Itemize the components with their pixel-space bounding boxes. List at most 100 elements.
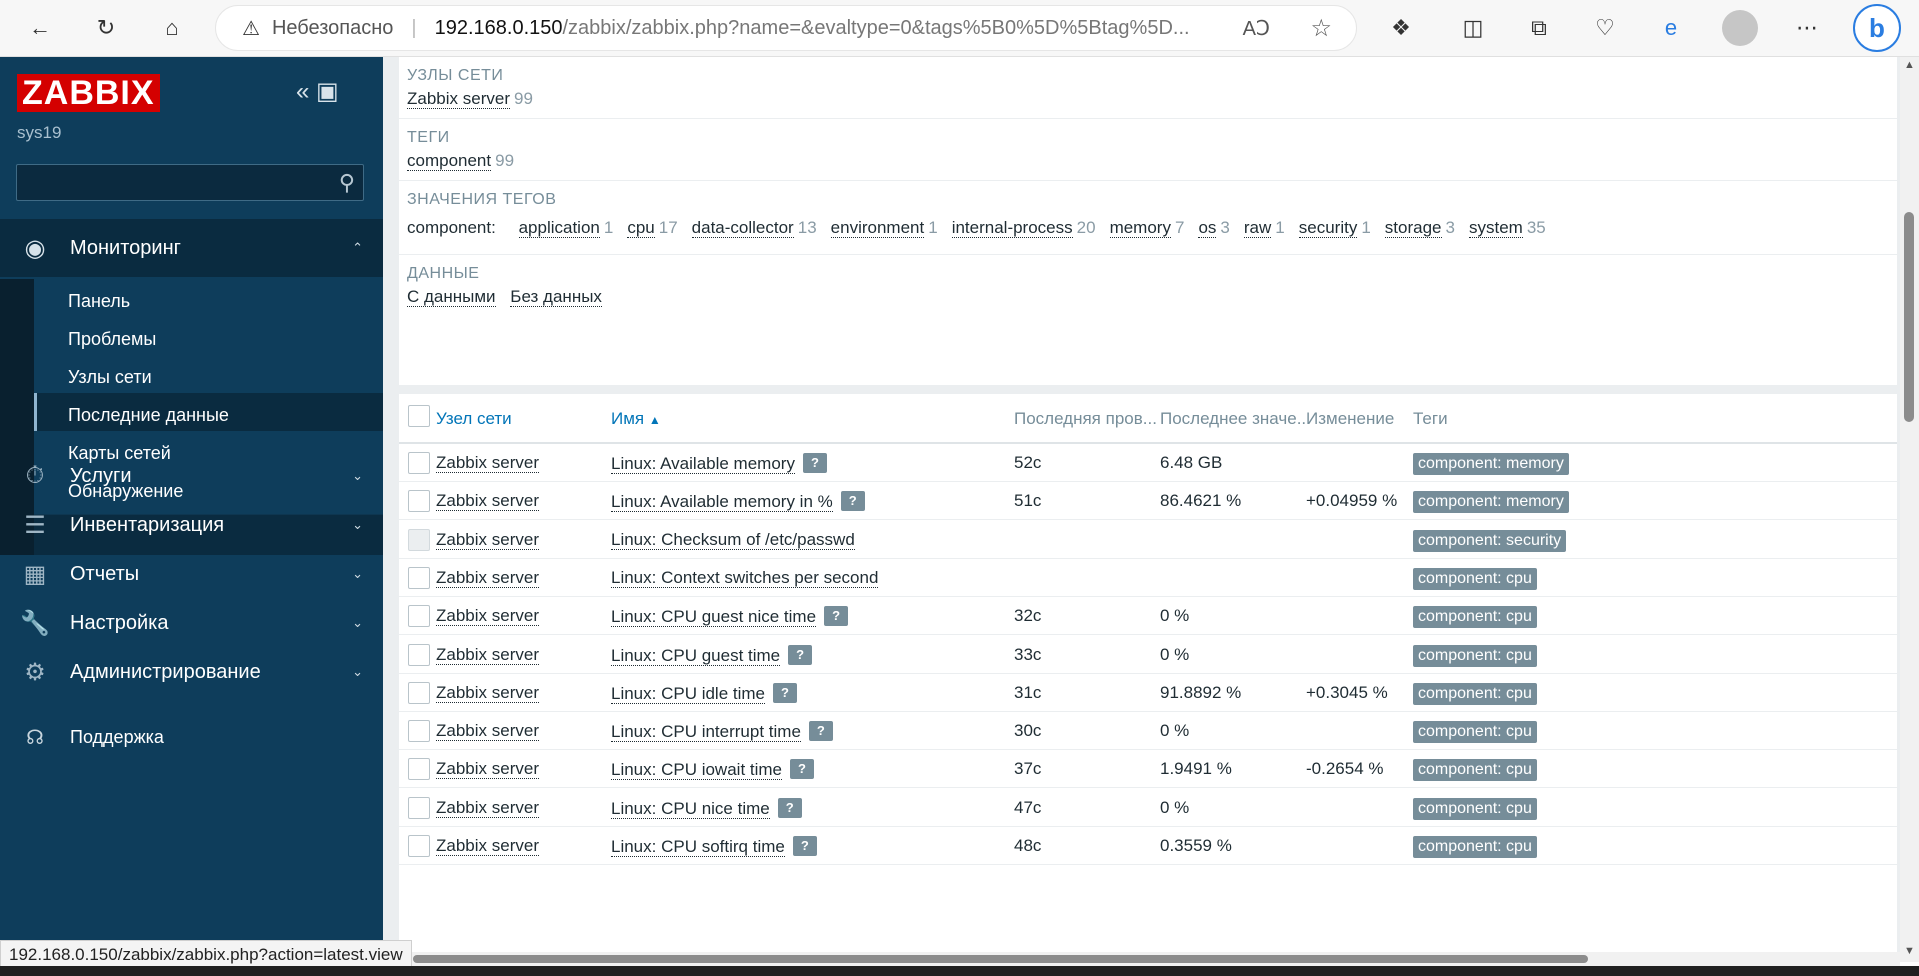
row-item-link[interactable]: Linux: CPU interrupt time (611, 722, 801, 743)
horizontal-scrollbar[interactable] (383, 952, 1900, 966)
without-data-link[interactable]: Без данных (510, 287, 602, 307)
row-host-link[interactable]: Zabbix server (436, 453, 539, 473)
row-host-link[interactable]: Zabbix server (436, 682, 539, 703)
help-icon[interactable]: ? (777, 797, 802, 818)
row-checkbox[interactable] (408, 452, 430, 474)
collections-icon[interactable]: ⧉ (1521, 10, 1557, 46)
tagvalue-link[interactable]: data-collector (691, 218, 794, 238)
tagvalue-link[interactable]: system (1468, 218, 1523, 238)
menu-monitoring[interactable]: ◉ Мониторинг ⌃ (0, 219, 383, 277)
col-last-check[interactable]: Последняя пров... (1014, 409, 1157, 429)
tagvalue-link[interactable]: security (1298, 218, 1358, 238)
address-bar[interactable]: ⚠ Небезопасно | 192.168.0.150/zabbix/zab… (215, 5, 1357, 51)
row-host-link[interactable]: Zabbix server (436, 644, 539, 665)
row-item-link[interactable]: Linux: Available memory in % (611, 492, 833, 513)
sidebar-search-input[interactable]: ⚲ (16, 164, 364, 201)
help-icon[interactable]: ? (790, 759, 815, 780)
filter-tag-link[interactable]: component (407, 151, 492, 171)
help-icon[interactable]: ? (808, 721, 833, 742)
row-host-link[interactable]: Zabbix server (436, 721, 539, 742)
row-tag-badge[interactable]: component: cpu (1413, 644, 1537, 667)
row-checkbox[interactable] (408, 681, 430, 704)
row-item-link[interactable]: Linux: Context switches per second (611, 567, 879, 588)
col-host[interactable]: Узел сети (436, 409, 512, 429)
row-host-link[interactable]: Zabbix server (436, 606, 539, 627)
row-host-link[interactable]: Zabbix server (436, 797, 539, 818)
vertical-scrollbar[interactable]: ▲ ▼ (1900, 57, 1919, 962)
row-tag-badge[interactable]: component: cpu (1413, 721, 1537, 744)
row-tag-badge[interactable]: component: security (1413, 529, 1567, 552)
tagvalue-link[interactable]: cpu (627, 218, 655, 238)
row-item-link[interactable]: Linux: Available memory (611, 454, 795, 474)
help-icon[interactable]: ? (792, 836, 817, 856)
help-icon[interactable]: ? (788, 644, 813, 665)
row-host-link[interactable]: Zabbix server (436, 567, 539, 588)
with-data-link[interactable]: С данными (407, 287, 496, 307)
ie-mode-icon[interactable]: e (1653, 10, 1689, 46)
bing-icon[interactable]: b (1853, 4, 1901, 52)
col-name[interactable]: Имя ▲ (611, 409, 661, 429)
filter-host-link[interactable]: Zabbix server (407, 89, 510, 109)
collapse-sidebar-icon[interactable]: « ▣ (296, 77, 339, 106)
support-link[interactable]: ☊ Поддержка (0, 725, 383, 750)
row-item-link[interactable]: Linux: Checksum of /etc/passwd (611, 529, 855, 550)
row-checkbox[interactable] (408, 643, 430, 666)
row-tag-badge[interactable]: component: memory (1413, 491, 1569, 514)
tagvalue-link[interactable]: environment (830, 218, 925, 238)
tagvalue-link[interactable]: application (518, 218, 600, 238)
horizontal-scroll-thumb[interactable] (413, 955, 1588, 963)
row-item-link[interactable]: Linux: CPU guest nice time (611, 607, 817, 628)
row-tag-badge[interactable]: component: cpu (1413, 682, 1537, 705)
row-item-link[interactable]: Linux: CPU iowait time (611, 760, 783, 781)
row-tag-badge[interactable]: component: cpu (1413, 836, 1537, 858)
row-item-link[interactable]: Linux: CPU guest time (611, 645, 781, 666)
row-host-link[interactable]: Zabbix server (436, 759, 539, 780)
scroll-up-icon[interactable]: ▲ (1904, 59, 1915, 71)
row-host-link[interactable]: Zabbix server (436, 836, 539, 856)
menu-administration[interactable]: ⚙ Администрирование ⌄ (0, 643, 383, 701)
health-icon[interactable]: ♡ (1587, 10, 1623, 46)
row-checkbox[interactable] (408, 835, 430, 857)
row-item-link[interactable]: Linux: CPU nice time (611, 798, 770, 819)
row-tag-badge[interactable]: component: cpu (1413, 567, 1537, 590)
read-aloud-icon[interactable]: AↃ (1243, 16, 1270, 41)
vertical-scroll-thumb[interactable] (1904, 212, 1914, 422)
favorite-star-icon[interactable]: ☆ (1310, 14, 1332, 43)
row-checkbox[interactable] (408, 720, 430, 743)
row-checkbox[interactable] (408, 758, 430, 781)
tagvalue-link[interactable]: internal-process (951, 218, 1073, 238)
help-icon[interactable]: ? (840, 491, 865, 512)
scroll-down-icon[interactable]: ▼ (1904, 945, 1915, 957)
row-tag-badge[interactable]: component: cpu (1413, 797, 1537, 820)
extensions-icon[interactable]: ❖ (1383, 10, 1419, 46)
split-screen-icon[interactable]: ◫ (1455, 10, 1491, 46)
stopwatch-icon: ⏱ (25, 462, 45, 489)
home-icon[interactable]: ⌂ (154, 10, 190, 46)
more-menu-icon[interactable]: ⋯ (1789, 10, 1825, 46)
select-all-checkbox[interactable] (408, 405, 430, 427)
help-icon[interactable]: ? (802, 453, 827, 473)
row-checkbox[interactable] (408, 605, 430, 628)
row-host-link[interactable]: Zabbix server (436, 529, 539, 550)
row-tag-badge[interactable]: component: cpu (1413, 759, 1537, 782)
profile-avatar[interactable] (1722, 10, 1758, 46)
tagvalue-link[interactable]: os (1198, 218, 1217, 238)
search-icon[interactable]: ⚲ (339, 170, 355, 196)
row-item-link[interactable]: Linux: CPU softirq time (611, 837, 785, 857)
zabbix-logo[interactable]: ZABBIX (17, 74, 160, 112)
row-host-link[interactable]: Zabbix server (436, 491, 539, 512)
row-checkbox[interactable] (408, 796, 430, 819)
tagvalue-link[interactable]: memory (1109, 218, 1171, 238)
row-checkbox[interactable] (408, 490, 430, 513)
back-icon[interactable]: ← (22, 10, 58, 46)
tagvalue-link[interactable]: storage (1384, 218, 1442, 238)
row-tag-badge[interactable]: component: memory (1413, 453, 1569, 475)
help-icon[interactable]: ? (824, 606, 849, 627)
row-checkbox[interactable] (408, 566, 430, 589)
col-last-value[interactable]: Последнее значе... (1160, 409, 1311, 429)
help-icon[interactable]: ? (773, 682, 798, 703)
row-item-link[interactable]: Linux: CPU idle time (611, 683, 766, 704)
refresh-icon[interactable]: ↻ (88, 10, 124, 46)
row-tag-badge[interactable]: component: cpu (1413, 606, 1537, 629)
tagvalue-link[interactable]: raw (1243, 218, 1272, 238)
